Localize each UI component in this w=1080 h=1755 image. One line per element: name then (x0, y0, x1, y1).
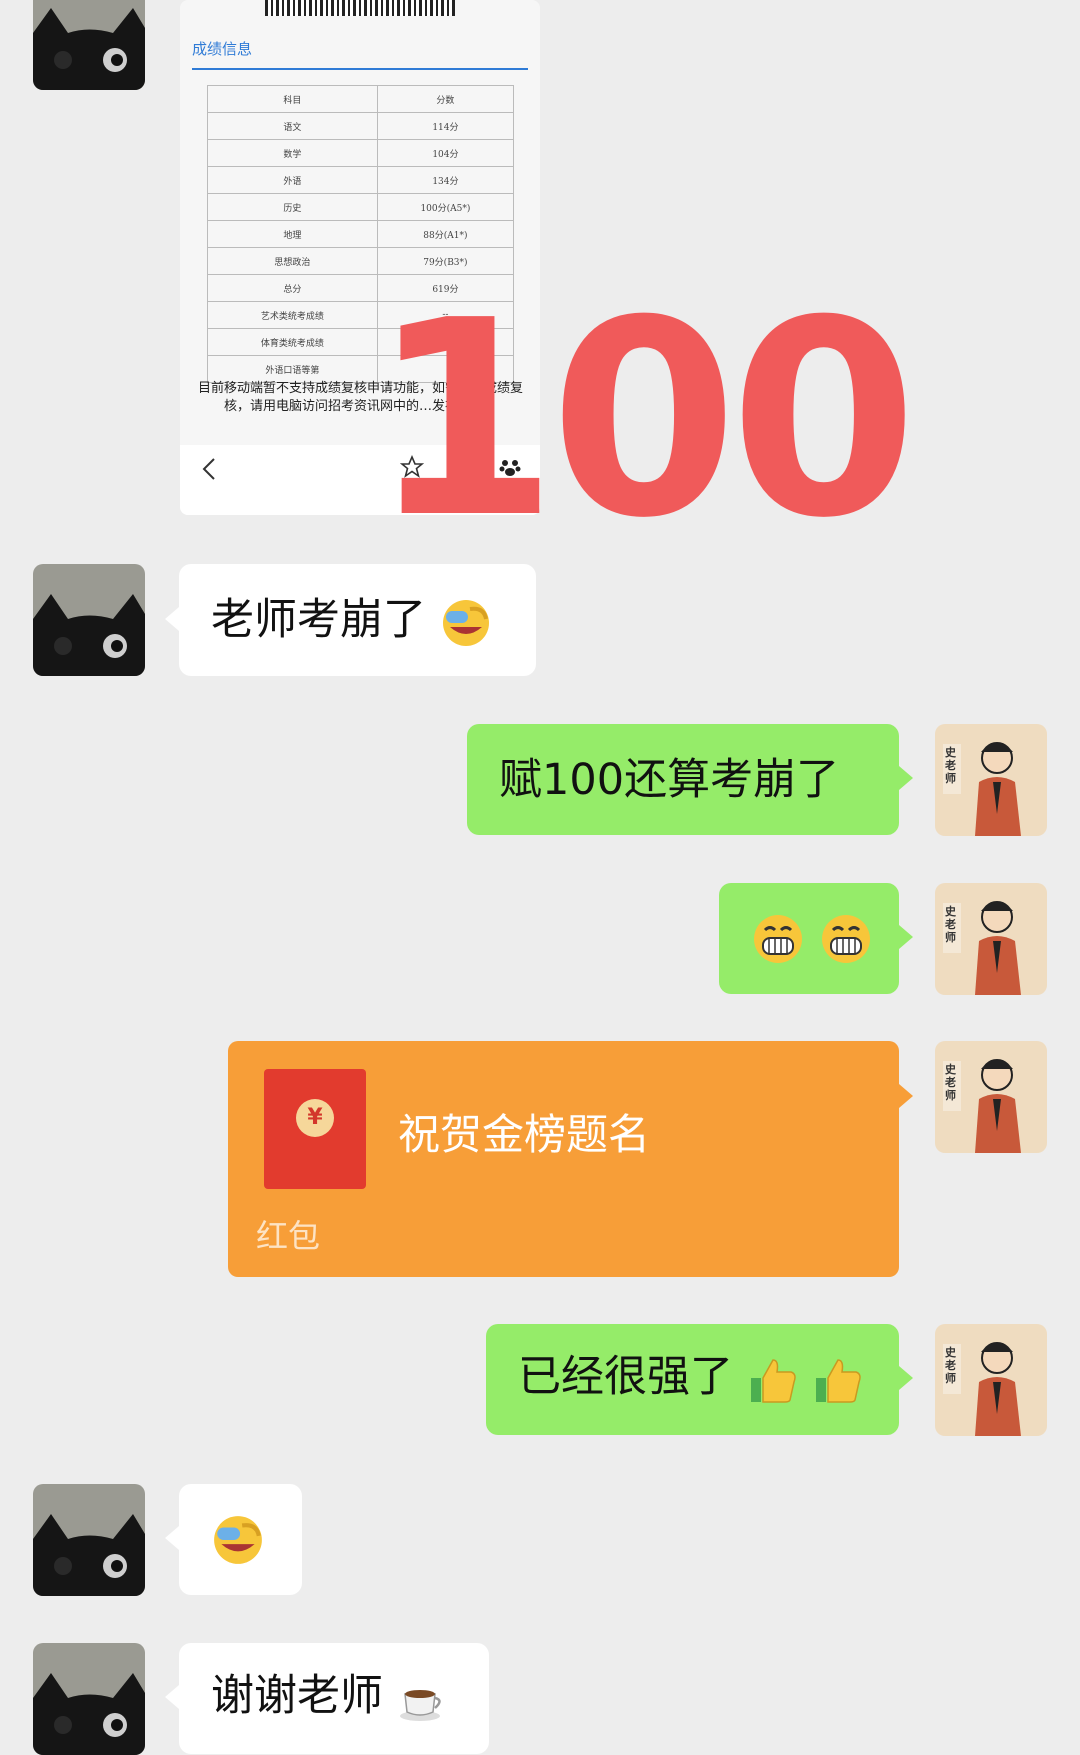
avatar-badge: 史老师 (945, 1063, 956, 1102)
overlay-number-100: 100 (370, 262, 918, 577)
subject-cell: 体育类统考成绩 (207, 328, 378, 356)
subject-cell: 历史 (207, 193, 378, 221)
red-packet-title: 祝贺金榜题名 (398, 1110, 651, 1159)
table-header-row: 科目 分数 (207, 85, 515, 113)
coffee-cup-icon (399, 1689, 441, 1721)
score-cell: 88分(A1*) (376, 220, 515, 248)
message-text: 赋100还算考崩了 (499, 755, 840, 805)
table-row: 外语 134分 (207, 166, 515, 194)
score-cell: 114分 (376, 112, 515, 140)
message-bubble[interactable] (179, 1484, 302, 1595)
subject-cell: 思想政治 (207, 247, 378, 275)
table-row: 数学 104分 (207, 139, 515, 167)
facepalm-emoji-icon (442, 599, 489, 646)
score-cell: 100分(A5*) (376, 193, 515, 221)
avatar-cat[interactable] (33, 0, 145, 90)
message-text: 老师考崩了 (211, 595, 426, 645)
table-row: 语文 114分 (207, 112, 515, 140)
subject-cell: 数学 (207, 139, 378, 167)
section-title: 成绩信息 (192, 40, 253, 58)
facepalm-emoji-icon (214, 1515, 262, 1564)
avatar-badge: 史老师 (945, 905, 956, 944)
avatar-teacher[interactable]: 史老师 (935, 1324, 1047, 1436)
bubble-tail (899, 766, 913, 790)
bubble-tail (899, 1366, 913, 1390)
table-row: 地理 88分(A1*) (207, 220, 515, 248)
red-envelope-icon: ¥ (264, 1069, 366, 1189)
thumbs-up-icon (750, 1358, 796, 1403)
avatar-badge: 史老师 (945, 746, 956, 785)
avatar-teacher[interactable]: 史老师 (935, 883, 1047, 995)
yuan-coin-icon: ¥ (296, 1099, 334, 1137)
back-icon[interactable] (200, 457, 220, 481)
column-header: 科目 (207, 85, 378, 113)
message-text: 已经很强了 (518, 1352, 733, 1402)
avatar-teacher[interactable]: 史老师 (935, 724, 1047, 836)
avatar-badge: 史老师 (945, 1346, 956, 1385)
bubble-tail (165, 1526, 179, 1550)
subject-cell: 地理 (207, 220, 378, 248)
red-packet-label: 红包 (256, 1217, 321, 1255)
bubble-tail (165, 1685, 179, 1709)
message-bubble[interactable]: 已经很强了 (486, 1324, 899, 1435)
message-bubble[interactable]: 赋100还算考崩了 (467, 724, 899, 835)
subject-cell: 语文 (207, 112, 378, 140)
grin-emoji-icon (821, 914, 870, 963)
section-divider (192, 68, 528, 70)
bubble-tail (899, 1084, 913, 1108)
subject-cell: 艺术类统考成绩 (207, 301, 378, 329)
table-row: 历史 100分(A5*) (207, 193, 515, 221)
score-cell: 104分 (376, 139, 515, 167)
subject-cell: 外语口语等第 (207, 355, 378, 383)
qr-code (265, 0, 455, 16)
avatar-cat[interactable] (33, 564, 145, 676)
bubble-tail (165, 607, 179, 631)
score-cell: 134分 (376, 166, 515, 194)
subject-cell: 外语 (207, 166, 378, 194)
message-bubble[interactable] (719, 883, 899, 994)
subject-cell: 总分 (207, 274, 378, 302)
message-bubble[interactable]: 谢谢老师 (179, 1643, 489, 1754)
thumbs-up-icon (816, 1358, 862, 1403)
bubble-tail (899, 925, 913, 949)
column-header: 分数 (376, 85, 515, 113)
avatar-teacher[interactable]: 史老师 (935, 1041, 1047, 1153)
avatar-cat[interactable] (33, 1484, 145, 1596)
avatar-cat[interactable] (33, 1643, 145, 1755)
message-bubble[interactable]: 老师考崩了 (179, 564, 536, 676)
message-text: 谢谢老师 (211, 1671, 383, 1721)
grin-emoji-icon (754, 914, 802, 963)
red-packet-card[interactable]: ¥ 祝贺金榜题名 红包 (228, 1041, 899, 1277)
